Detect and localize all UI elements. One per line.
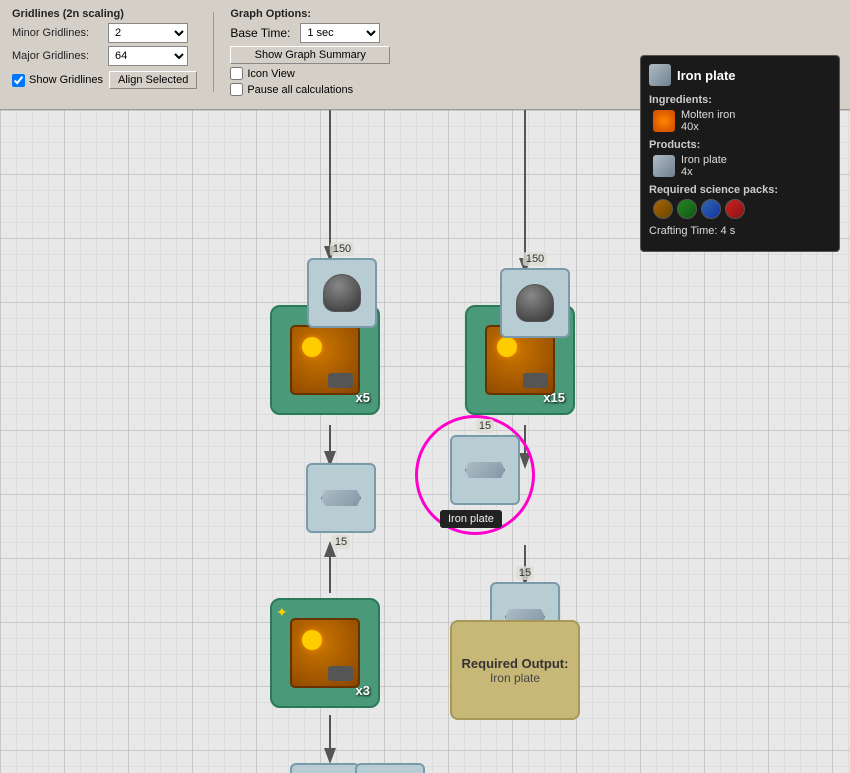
item-node-ironplate-left[interactable]: 15 bbox=[306, 463, 376, 533]
major-gridlines-select[interactable]: 641632128 bbox=[108, 46, 188, 66]
show-gridlines-label: Show Gridlines bbox=[29, 74, 103, 86]
machine-icon-3 bbox=[290, 618, 360, 688]
item-node-ore[interactable]: 15 bbox=[355, 763, 425, 773]
base-time-label: Base Time: bbox=[230, 26, 290, 40]
sci-icon-3 bbox=[701, 199, 721, 219]
tooltip-products: Products: Iron plate 4x bbox=[649, 139, 831, 178]
item-node-helmet-1[interactable]: 150 bbox=[307, 258, 377, 328]
ingredient-row: Molten iron 40x bbox=[653, 109, 831, 133]
graph-options-group: Graph Options: Base Time: 1 sec1 min1 ho… bbox=[226, 4, 394, 100]
sci-icon-1 bbox=[653, 199, 673, 219]
product-icon bbox=[653, 155, 675, 177]
machine-indicator: ✦ bbox=[276, 604, 288, 621]
ironplate-left-value: 15 bbox=[332, 535, 350, 549]
machine-count-3: x3 bbox=[356, 683, 370, 698]
gridlines-group: Gridlines (2n scaling) Minor Gridlines: … bbox=[8, 4, 201, 93]
tooltip-title-icon bbox=[649, 64, 671, 86]
divider bbox=[213, 12, 214, 92]
iron-plate-mid-container: 15 Iron plate bbox=[445, 430, 515, 500]
machine-icon-1 bbox=[290, 325, 360, 395]
machine-count-1: x5 bbox=[356, 390, 370, 405]
iron-plate-icon-left bbox=[321, 478, 361, 518]
base-time-select[interactable]: 1 sec1 min1 hour bbox=[300, 23, 380, 43]
pause-label: Pause all calculations bbox=[247, 84, 353, 96]
tooltip-science: Required science packs: bbox=[649, 184, 831, 219]
iron-plate-mid-label: Iron plate bbox=[440, 510, 502, 528]
graph-options-label: Graph Options: bbox=[230, 8, 390, 20]
ironplate-bottom-value: 15 bbox=[516, 566, 534, 580]
product-info: Iron plate 4x bbox=[681, 154, 727, 178]
helmet-1-value: 150 bbox=[330, 242, 354, 256]
iron-plate-icon-mid bbox=[465, 450, 505, 490]
output-title: Required Output: bbox=[462, 656, 569, 671]
tooltip-crafting: Crafting Time: 4 s bbox=[649, 225, 831, 237]
sci-icon-2 bbox=[677, 199, 697, 219]
required-output-node[interactable]: Required Output: Iron plate bbox=[450, 620, 580, 720]
minor-gridlines-select[interactable]: 2148 bbox=[108, 23, 188, 43]
gridlines-label: Gridlines (2n scaling) bbox=[12, 8, 197, 20]
molten-iron-icon bbox=[653, 110, 675, 132]
show-graph-summary-button[interactable]: Show Graph Summary bbox=[230, 46, 390, 64]
icon-view-checkbox[interactable] bbox=[230, 67, 243, 80]
show-gridlines-checkbox[interactable] bbox=[12, 74, 25, 87]
ingredient-info: Molten iron 40x bbox=[681, 109, 735, 133]
item-node-ironplate-mid[interactable]: 15 bbox=[450, 435, 520, 505]
science-icons-row bbox=[653, 199, 831, 219]
icon-view-label: Icon View bbox=[247, 68, 295, 80]
item-node-coal[interactable]: 0.09375 bbox=[290, 763, 360, 773]
product-row: Iron plate 4x bbox=[653, 154, 831, 178]
ironplate-mid-top-value: 15 bbox=[476, 419, 494, 433]
item-node-helmet-2[interactable]: 150 bbox=[500, 268, 570, 338]
pause-checkbox[interactable] bbox=[230, 83, 243, 96]
tooltip-title: Iron plate bbox=[649, 64, 831, 86]
machine-node-3[interactable]: x3 ✦ bbox=[270, 598, 380, 708]
tooltip-panel: Iron plate Ingredients: Molten iron 40x … bbox=[640, 55, 840, 252]
align-selected-button[interactable]: Align Selected bbox=[109, 71, 197, 89]
machine-count-2: x15 bbox=[543, 390, 565, 405]
helmet-2-value: 150 bbox=[523, 252, 547, 266]
major-label: Major Gridlines: bbox=[12, 50, 102, 62]
tooltip-ingredients: Ingredients: Molten iron 40x bbox=[649, 94, 831, 133]
helmet-icon-1 bbox=[323, 274, 361, 312]
output-subtitle: Iron plate bbox=[490, 671, 540, 685]
helmet-icon-2 bbox=[516, 284, 554, 322]
sci-icon-4 bbox=[725, 199, 745, 219]
minor-label: Minor Gridlines: bbox=[12, 27, 102, 39]
